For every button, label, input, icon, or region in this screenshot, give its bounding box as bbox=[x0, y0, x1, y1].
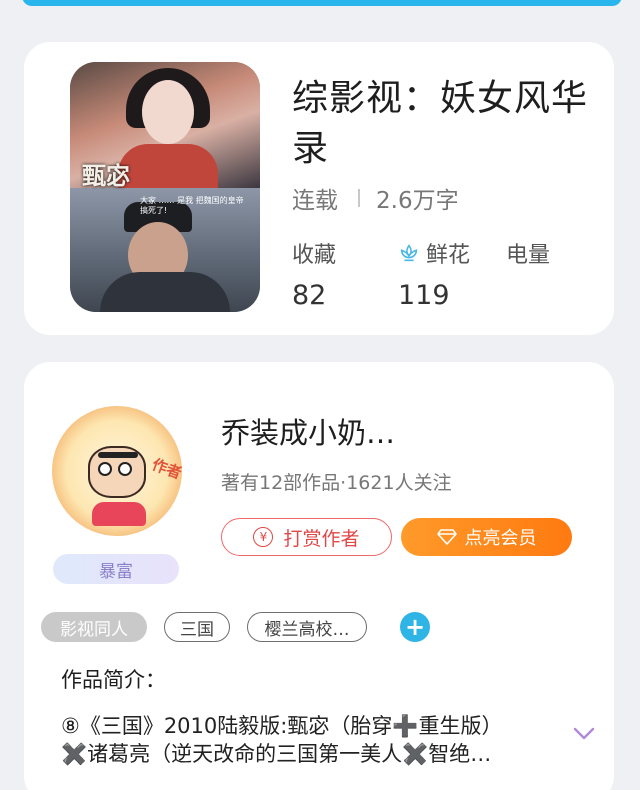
favorites-label: 收藏 bbox=[292, 243, 337, 268]
reward-author-label: 打赏作者 bbox=[283, 527, 360, 550]
stat-power[interactable]: 电量 bbox=[506, 238, 550, 268]
book-title: 综影视：妖女风华录 bbox=[292, 78, 589, 169]
book-status-row: 连载 2.6万字 bbox=[292, 183, 459, 214]
stat-favorites[interactable]: 收藏 82 bbox=[292, 238, 336, 311]
add-tag-button[interactable]: + bbox=[400, 612, 430, 642]
intro-line-1: ⑧《三国》2010陆毅版:甄宓（胎穿➕重生版） bbox=[61, 714, 503, 738]
diamond-icon bbox=[436, 529, 457, 545]
avatar-brow bbox=[98, 452, 138, 458]
avatar-face bbox=[88, 446, 146, 498]
favorites-value: 82 bbox=[292, 280, 327, 311]
intro-line-2: ✖️诸葛亮（逆天改命的三国第一美人✖️智绝… bbox=[61, 742, 492, 766]
activate-vip-label: 点亮会员 bbox=[464, 528, 537, 549]
author-avatar[interactable]: 作者 bbox=[52, 406, 185, 536]
intro-text[interactable]: ⑧《三国》2010陆毅版:甄宓（胎穿➕重生版） ✖️诸葛亮（逆天改命的三国第一美… bbox=[61, 712, 546, 768]
serial-status: 连载 bbox=[292, 188, 338, 214]
author-meta: 著有12部作品·1621人关注 bbox=[221, 472, 452, 494]
author-title-tag: 暴富 bbox=[53, 554, 179, 584]
power-label: 电量 bbox=[506, 243, 551, 268]
flowers-value: 119 bbox=[398, 280, 450, 311]
stat-flowers[interactable]: 鲜花 119 bbox=[398, 238, 470, 311]
book-stats: 收藏 82 鲜花 119 电量 bbox=[292, 238, 592, 318]
author-badge: 作者 bbox=[149, 455, 185, 483]
reward-author-button[interactable]: ¥ 打赏作者 bbox=[221, 518, 392, 556]
top-banner-strip bbox=[22, 0, 622, 6]
chevron-down-icon[interactable] bbox=[572, 726, 596, 742]
tag-chip[interactable]: 樱兰高校… bbox=[247, 612, 367, 642]
author-card: 作者 暴富 乔装成小奶… 著有12部作品·1621人关注 ¥ 打赏作者 点亮会员… bbox=[24, 362, 614, 790]
book-cover[interactable]: 甄宓 大家 …… 是我 把魏国的皇帝 搞死了! bbox=[70, 62, 260, 312]
cover-title-text: 甄宓 bbox=[82, 161, 130, 190]
avatar-eye-right bbox=[118, 462, 132, 476]
flowers-label-row: 鲜花 bbox=[398, 238, 470, 268]
flowers-label: 鲜花 bbox=[426, 243, 471, 268]
cover-robe-shape bbox=[118, 144, 218, 188]
author-name[interactable]: 乔装成小奶… bbox=[221, 410, 395, 452]
tags-row: 影视同人 三国 樱兰高校… + bbox=[41, 612, 430, 642]
tag-chip[interactable]: 影视同人 bbox=[41, 612, 147, 642]
cover-caption-text: 大家 …… 是我 把魏国的皇帝 搞死了! bbox=[140, 196, 244, 215]
avatar-eye-left bbox=[98, 462, 112, 476]
book-info-card: 甄宓 大家 …… 是我 把魏国的皇帝 搞死了! 综影视：妖女风华录 连载 2.6… bbox=[24, 42, 614, 335]
cover-body-shape bbox=[100, 272, 230, 312]
yen-icon: ¥ bbox=[253, 527, 274, 547]
activate-vip-button[interactable]: 点亮会员 bbox=[401, 518, 572, 556]
status-divider bbox=[358, 189, 360, 207]
word-count: 2.6万字 bbox=[376, 188, 459, 214]
intro-label: 作品简介： bbox=[61, 668, 166, 692]
cover-face-shape bbox=[142, 80, 194, 144]
tag-chip[interactable]: 三国 bbox=[164, 612, 230, 642]
lotus-icon bbox=[400, 244, 418, 262]
avatar-shirt bbox=[92, 502, 146, 526]
